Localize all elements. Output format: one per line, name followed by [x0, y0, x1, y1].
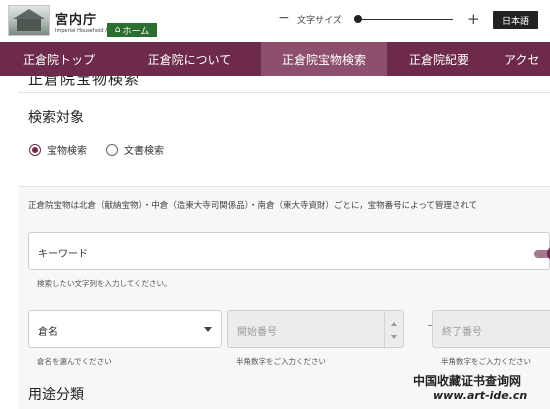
- chevron-down-icon: [204, 327, 212, 332]
- font-size-slider-track[interactable]: [357, 19, 453, 20]
- keyword-help: 検索したい文字列を入力してください。: [37, 279, 172, 288]
- shosoin-logo-image[interactable]: [8, 5, 50, 36]
- agency-name[interactable]: 宮内庁: [55, 9, 97, 28]
- home-icon: ⌂: [114, 24, 121, 35]
- watermark-text: 中国收藏证书查询网: [413, 374, 522, 388]
- home-button-label: ホーム: [122, 26, 150, 37]
- end-number-input[interactable]: 終了番号: [432, 310, 550, 348]
- usage-category-title: 用途分類: [28, 387, 84, 403]
- warehouse-label: 倉名: [38, 327, 58, 338]
- keyword-input[interactable]: キーワード: [28, 232, 550, 270]
- stepper-down-icon[interactable]: [391, 335, 397, 339]
- main-content: 正倉院宝物検索 検索対象 宝物検索 文書検索 正倉院宝物は北倉（献納宝物）・中倉…: [0, 76, 550, 409]
- main-navigation: 正倉院トップ 正倉院について 正倉院宝物検索 正倉院紀要 アクセ: [0, 42, 550, 76]
- end-number-help: 半角数字をご入力ください: [441, 357, 531, 366]
- stepper-up-icon[interactable]: [391, 322, 397, 326]
- nav-about-shosoin[interactable]: 正倉院について: [118, 42, 261, 76]
- font-size-label: 文字サイズ: [297, 16, 342, 26]
- font-size-decrease-button[interactable]: −: [278, 10, 290, 26]
- start-number-placeholder: 開始番号: [237, 327, 277, 338]
- start-number-help: 半角数字をご入力ください: [236, 357, 326, 366]
- nav-bulletin[interactable]: 正倉院紀要: [387, 42, 491, 76]
- nav-treasure-search[interactable]: 正倉院宝物検索: [261, 42, 387, 76]
- roof-shape: [13, 9, 45, 19]
- divider: [18, 92, 550, 93]
- page-title: 正倉院宝物検索: [28, 76, 141, 88]
- radio-treasure-label: 宝物検索: [47, 146, 87, 157]
- top-header: 宮内庁 Imperial Household Agency ⌂ ホーム − 文字…: [0, 0, 550, 42]
- nav-access[interactable]: アクセ: [491, 42, 550, 76]
- search-target-title: 検索対象: [28, 110, 84, 126]
- radio-document-search[interactable]: 文書検索: [106, 142, 164, 157]
- search-description: 正倉院宝物は北倉（献納宝物）・中倉（造東大寺司関係品）・南倉（東大寺資財）ごとに…: [28, 201, 478, 211]
- warehouse-select[interactable]: 倉名: [28, 310, 222, 348]
- start-number-stepper[interactable]: [384, 311, 403, 349]
- keyword-label: キーワード: [38, 249, 88, 260]
- font-size-increase-button[interactable]: +: [467, 10, 480, 28]
- home-button[interactable]: ⌂ ホーム: [107, 23, 157, 37]
- radio-treasure-search[interactable]: 宝物検索: [29, 142, 87, 157]
- building-shape: [17, 19, 41, 31]
- nav-shosoin-top[interactable]: 正倉院トップ: [0, 42, 118, 76]
- language-button[interactable]: 日本語: [493, 11, 538, 29]
- end-number-placeholder: 終了番号: [442, 327, 482, 338]
- radio-unselected-icon[interactable]: [106, 143, 118, 156]
- radio-selected-icon[interactable]: [29, 143, 41, 156]
- radio-document-label: 文書検索: [124, 146, 164, 157]
- font-size-slider-thumb[interactable]: [354, 15, 362, 23]
- watermark-url: www.art-ide.cn: [433, 389, 528, 402]
- warehouse-help: 倉名を選んでください: [37, 357, 112, 366]
- start-number-input[interactable]: 開始番号: [227, 310, 404, 349]
